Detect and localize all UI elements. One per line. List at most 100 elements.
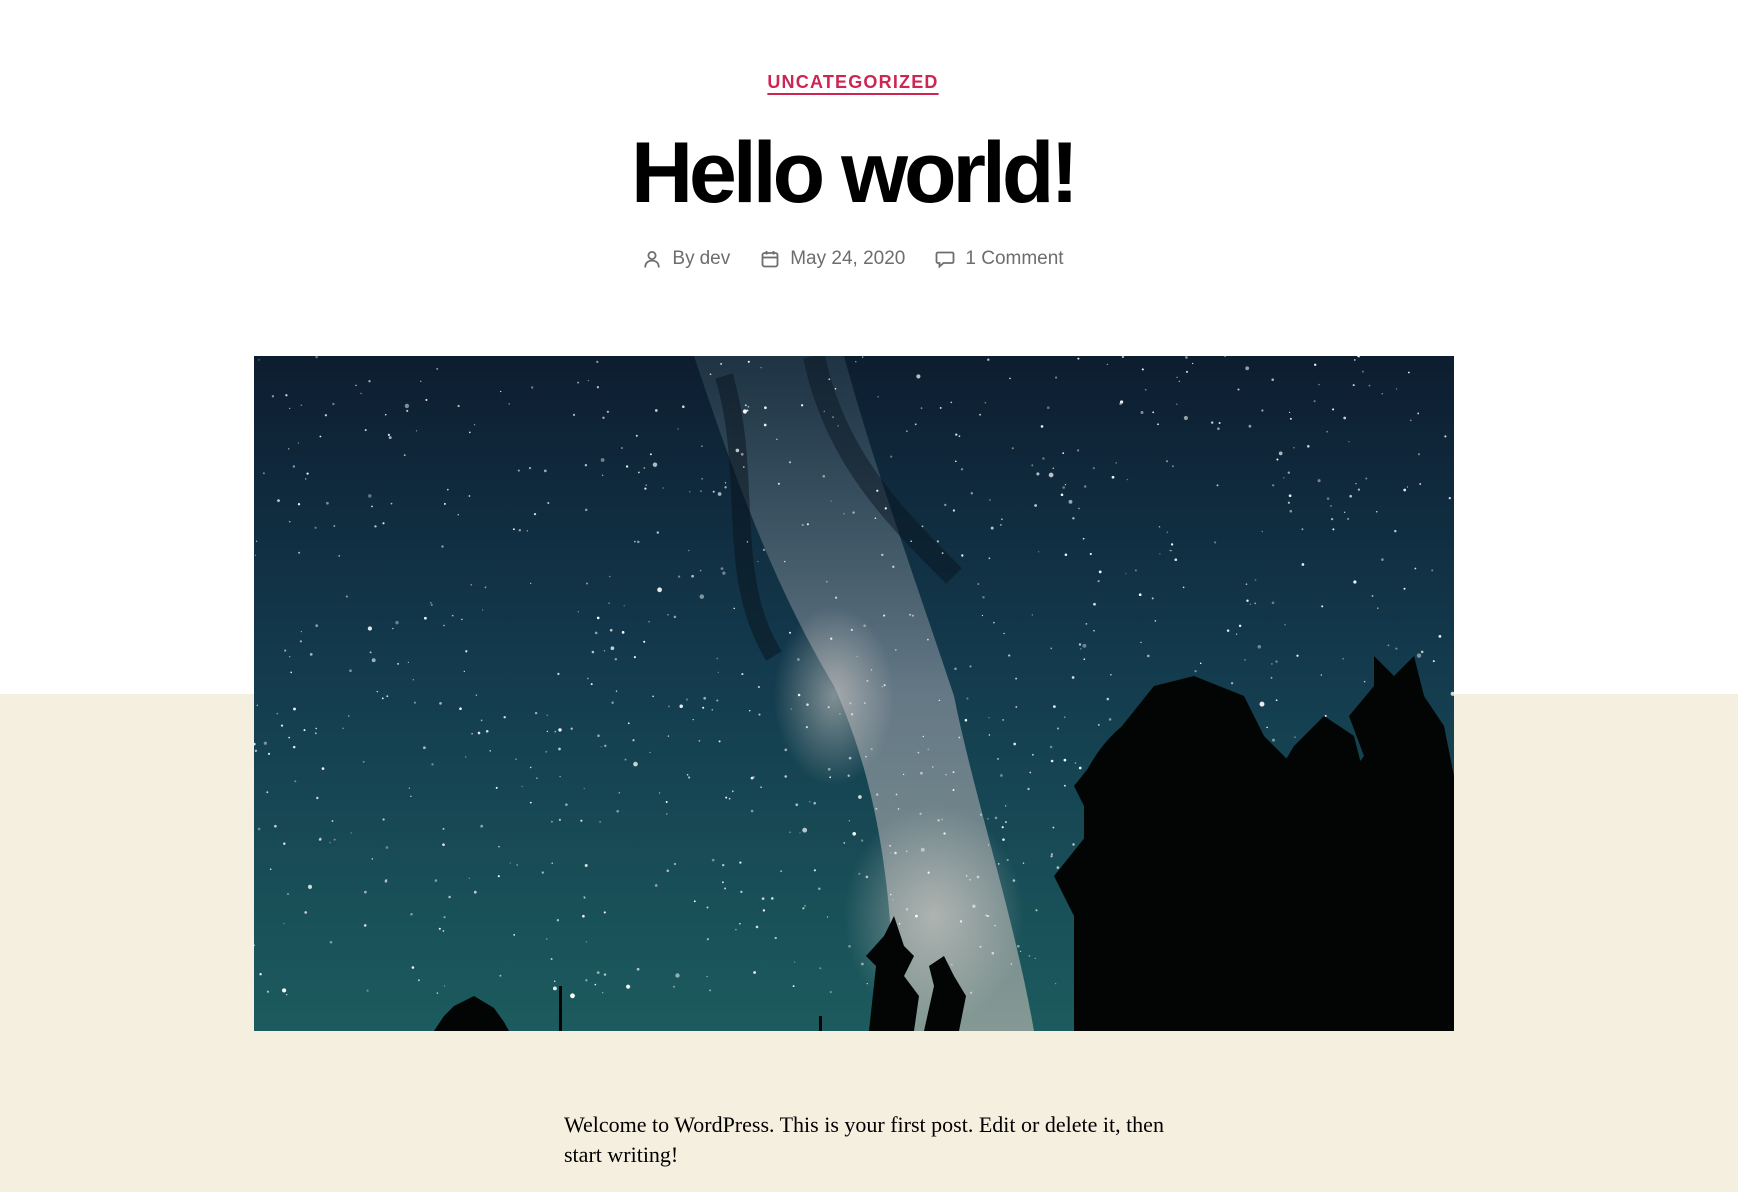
star (1414, 567, 1417, 570)
star (558, 728, 562, 732)
star (656, 531, 659, 534)
star (644, 487, 647, 490)
star (955, 433, 958, 436)
star (443, 985, 446, 987)
star (1403, 488, 1407, 492)
star (789, 831, 791, 834)
star (315, 727, 317, 730)
star (1157, 423, 1159, 426)
star (1186, 370, 1188, 373)
star (1006, 859, 1009, 862)
star (485, 729, 489, 733)
star (662, 487, 664, 489)
star (717, 492, 722, 496)
star (645, 484, 647, 486)
star (1395, 388, 1398, 390)
star (1119, 400, 1124, 404)
star (986, 817, 989, 820)
star (477, 731, 481, 735)
star (621, 631, 625, 634)
star (866, 679, 869, 682)
star (376, 690, 378, 693)
star (832, 416, 834, 419)
star (979, 413, 981, 416)
star (585, 582, 589, 585)
star (596, 360, 599, 364)
category-link-uncategorized[interactable]: UNCATEGORIZED (767, 72, 938, 92)
star (1288, 494, 1292, 498)
star (1352, 384, 1355, 387)
star (777, 482, 780, 485)
star (606, 410, 610, 413)
star (1089, 552, 1092, 556)
star (1254, 579, 1257, 581)
star (533, 512, 537, 516)
star (1175, 403, 1178, 406)
star (635, 434, 638, 437)
star (691, 574, 694, 578)
star (1271, 738, 1276, 742)
star (1082, 537, 1085, 540)
star (415, 430, 418, 432)
date-link[interactable]: May 24, 2020 (790, 248, 905, 270)
star (287, 893, 289, 895)
comments-link[interactable]: 1 Comment (965, 248, 1063, 270)
user-icon (644, 251, 661, 268)
star (1046, 406, 1050, 410)
star (746, 541, 749, 543)
star (818, 887, 821, 891)
star (877, 396, 879, 398)
star (1432, 660, 1435, 663)
star (1408, 371, 1410, 374)
star (950, 401, 953, 404)
star (1140, 641, 1142, 644)
star (392, 627, 394, 630)
post-author: By dev (642, 248, 730, 270)
star (806, 523, 809, 526)
star (1348, 441, 1350, 443)
star (461, 618, 463, 621)
star (985, 914, 988, 917)
star (716, 657, 719, 660)
star (603, 650, 606, 652)
star (1092, 467, 1095, 470)
star (701, 445, 703, 447)
author-prefix: By (672, 248, 695, 269)
star (861, 962, 864, 966)
star (658, 792, 661, 794)
star (610, 646, 615, 651)
star (1272, 484, 1275, 487)
calendar-icon (761, 251, 779, 268)
star (1049, 745, 1053, 749)
star (420, 380, 422, 382)
star (793, 961, 796, 963)
star (763, 423, 767, 427)
star (423, 746, 426, 750)
star (288, 655, 291, 658)
star (1170, 549, 1172, 552)
star (1368, 384, 1371, 387)
star (293, 707, 296, 711)
star (1416, 653, 1422, 658)
star (863, 624, 866, 628)
star (596, 616, 600, 620)
star (698, 740, 701, 742)
star (875, 807, 878, 810)
star (1332, 408, 1335, 411)
star (720, 567, 724, 570)
star (1361, 370, 1364, 373)
star (742, 409, 747, 414)
star (1289, 509, 1293, 513)
star (274, 824, 277, 828)
star (503, 715, 506, 719)
star (709, 373, 712, 376)
star (665, 801, 668, 803)
author-link[interactable]: dev (700, 248, 731, 270)
star (1342, 657, 1345, 660)
star (1031, 464, 1034, 467)
star (964, 718, 968, 722)
star (784, 560, 786, 563)
star (865, 875, 869, 879)
star (1140, 411, 1144, 414)
star (706, 906, 709, 909)
